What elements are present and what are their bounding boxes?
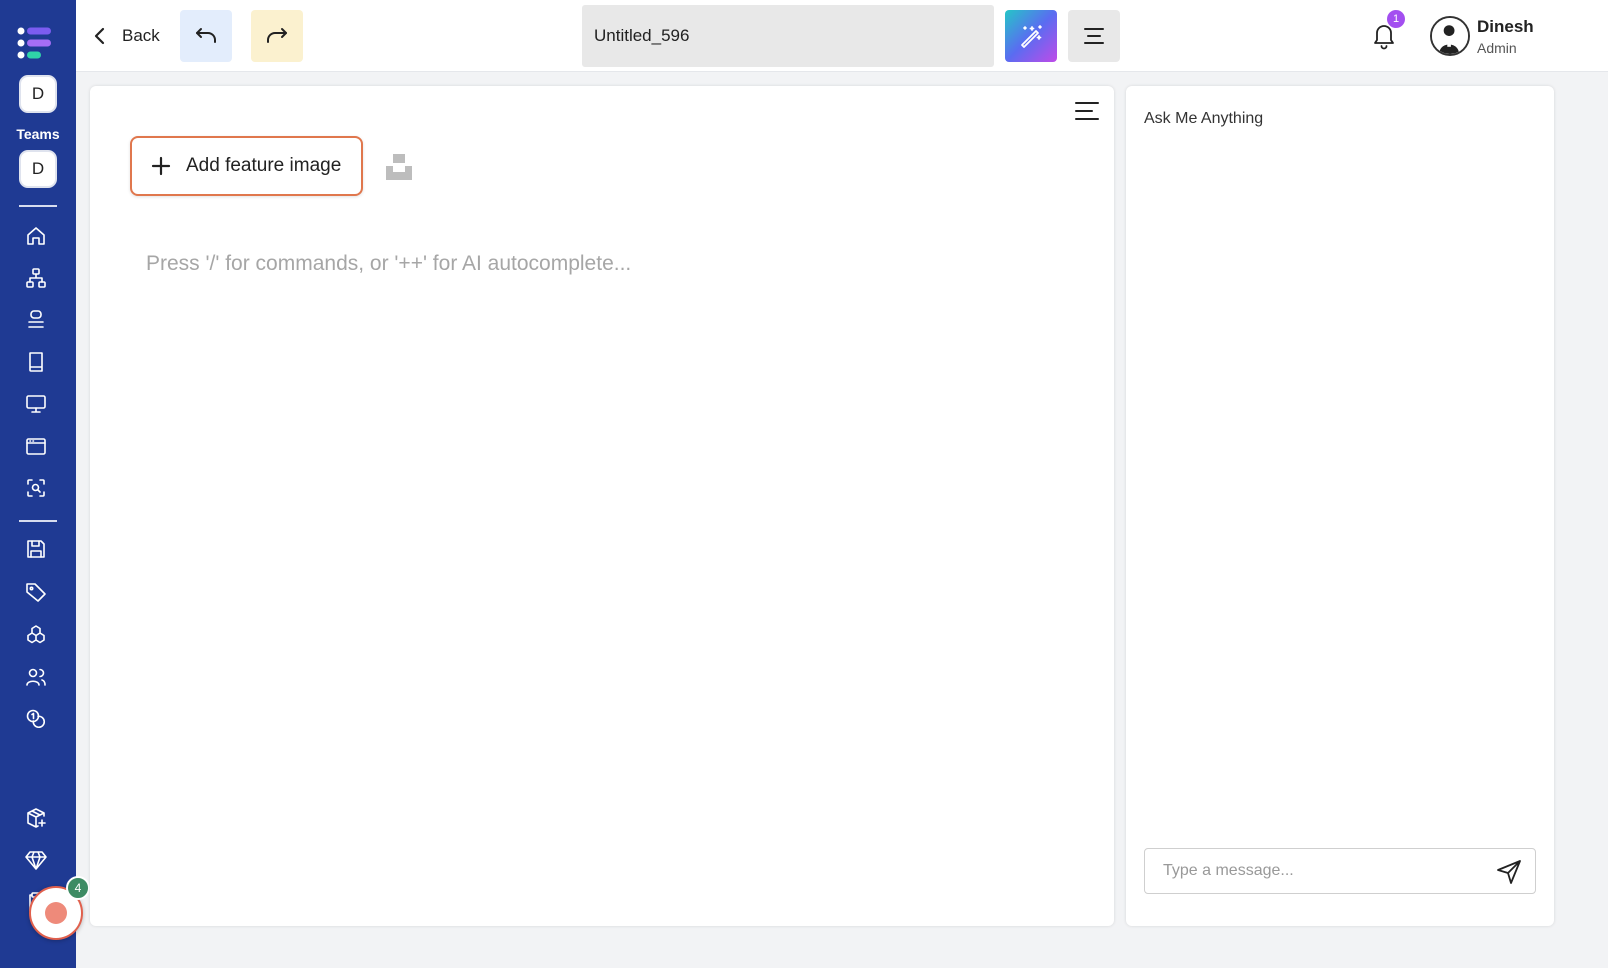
user-avatar[interactable] (1430, 16, 1470, 56)
book-icon[interactable] (22, 348, 50, 376)
chat-title: Ask Me Anything (1144, 110, 1264, 127)
add-feature-image-button[interactable]: Add feature image (130, 136, 363, 196)
user-name: Dinesh (1477, 17, 1534, 36)
cubes-icon[interactable] (22, 621, 50, 649)
package-plus-icon[interactable] (22, 804, 50, 832)
team-avatar-bottom[interactable]: D (19, 150, 57, 188)
chat-message-input[interactable] (1145, 849, 1485, 892)
page-scrollbar-track[interactable] (1566, 72, 1608, 968)
unsplash-icon[interactable] (384, 152, 414, 182)
team-avatar-top[interactable]: D (19, 75, 57, 113)
add-feature-image-label: Add feature image (186, 155, 342, 176)
send-icon (1497, 860, 1521, 884)
record-count-badge: 4 (66, 876, 90, 900)
teams-label: Teams (16, 126, 60, 142)
app-logo-icon[interactable] (17, 26, 53, 60)
chevron-left-icon (94, 27, 105, 45)
send-button[interactable] (1493, 856, 1525, 888)
scan-search-icon[interactable] (22, 474, 50, 502)
back-label: Back (122, 26, 160, 45)
magic-wand-icon (1021, 25, 1042, 48)
sitemap-icon[interactable] (22, 264, 50, 292)
editor-placeholder[interactable]: Press '/' for commands, or '++' for AI a… (146, 252, 631, 276)
editor-toc-button[interactable] (1072, 98, 1102, 124)
plus-icon (151, 156, 171, 176)
sidebar: D Teams D (0, 0, 76, 968)
sidebar-divider (19, 520, 57, 522)
document-title-input[interactable] (582, 5, 994, 67)
diamond-icon[interactable] (22, 846, 50, 874)
undo-button[interactable] (180, 10, 232, 62)
back-button[interactable]: Back (90, 18, 160, 54)
record-dot-icon (45, 902, 67, 924)
align-center-icon (1084, 28, 1104, 44)
user-silhouette-icon (1432, 18, 1468, 54)
monitor-icon[interactable] (22, 390, 50, 418)
chat-panel: Ask Me Anything (1126, 86, 1554, 926)
save-icon[interactable] (22, 535, 50, 563)
coins-icon[interactable] (22, 705, 50, 733)
home-icon[interactable] (22, 222, 50, 250)
user-role: Admin (1477, 40, 1517, 56)
top-bar: Back 1 Dinesh Admin (76, 0, 1608, 72)
align-left-icon (1075, 102, 1099, 120)
redo-icon (267, 28, 287, 43)
stack-icon[interactable] (22, 306, 50, 334)
notification-count-badge: 1 (1387, 10, 1405, 28)
users-icon[interactable] (22, 663, 50, 691)
redo-button[interactable] (251, 10, 303, 62)
undo-icon (196, 28, 216, 43)
sidebar-divider (19, 205, 57, 207)
chat-input-container (1144, 848, 1536, 894)
tag-icon[interactable] (22, 578, 50, 606)
ai-magic-button[interactable] (1005, 10, 1057, 62)
editor-panel: Add feature image Press '/' for commands… (90, 86, 1114, 926)
outline-menu-button[interactable] (1068, 10, 1120, 62)
browser-window-icon[interactable] (22, 432, 50, 460)
